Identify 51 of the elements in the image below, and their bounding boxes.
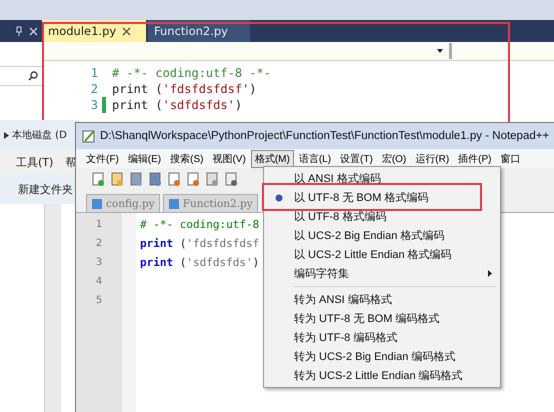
close-icon — [29, 26, 38, 36]
line-number: 2 — [90, 82, 98, 96]
menu-item[interactable]: 转为 UCS-2 Big Endian 编码格式 — [264, 347, 500, 366]
editor-tab[interactable]: Function2.py — [148, 20, 250, 42]
search-icon — [28, 71, 38, 81]
menu-item[interactable]: 视图(V) — [208, 150, 250, 168]
line-number: 5 — [94, 294, 104, 308]
file-icon — [168, 198, 180, 210]
menu-item[interactable]: 运行(R) — [411, 150, 454, 168]
window-title: D:\ShanqlWorkspace\PythonProject\FunctionTest\FunctionTest\module1.py - Notepad++ — [100, 130, 550, 142]
line-number: 4 — [94, 275, 104, 289]
code-line: print ('sdfdsfds') — [112, 98, 242, 112]
menu-item[interactable]: 宏(O) — [378, 150, 410, 168]
code-line: print ('fdsfdsfdsf — [140, 236, 260, 252]
search-field[interactable] — [0, 66, 42, 86]
close-icon — [122, 26, 132, 36]
line-number: 3 — [94, 256, 104, 270]
menu-item[interactable]: 以 UCS-2 Big Endian 格式编码 — [264, 226, 500, 245]
menu-item[interactable]: 格式(M) — [250, 150, 294, 168]
menu-item[interactable]: 以 ANSI 格式编码 — [264, 169, 500, 188]
menu-item[interactable]: 语言(L) — [294, 150, 336, 168]
submenu-arrow-icon — [488, 270, 492, 276]
menu-item[interactable]: 以 UTF-8 无 BOM 格式编码 — [264, 188, 500, 207]
menu-item[interactable]: 插件(P) — [454, 150, 496, 168]
notepad-icon — [82, 129, 96, 143]
menu-item[interactable]: 转为 ANSI 编码格式 — [264, 290, 500, 309]
menu-item[interactable]: 设置(T) — [336, 150, 377, 168]
chevron-icon — [4, 132, 9, 138]
menu-item[interactable]: 转为 UTF-8 无 BOM 编码格式 — [264, 309, 500, 328]
menu-item[interactable]: 搜索(S) — [166, 150, 208, 168]
code-line: print ('fdsfdsfdsf') — [112, 82, 257, 96]
menu-item[interactable]: 转为 UCS-2 Little Endian 编码格式 — [264, 366, 500, 385]
menu-item[interactable]: 以 UCS-2 Little Endian 格式编码 — [264, 245, 500, 264]
line-number: 1 — [90, 66, 98, 80]
menu-item[interactable]: 以 UTF-8 格式编码 — [264, 207, 500, 226]
file-icon — [91, 198, 103, 210]
pin-icon — [15, 26, 23, 36]
menu-item[interactable]: 编码字符集 — [264, 264, 500, 283]
scrollbar[interactable] — [44, 204, 61, 412]
code-line: # -*- coding:utf-8 -*- — [112, 66, 271, 80]
menu-item[interactable]: 窗口 — [496, 150, 525, 168]
menu-item[interactable]: 转为 UTF-8 编码格式 — [264, 328, 500, 347]
menu-item[interactable]: 工具(T) — [16, 154, 54, 170]
caret-icon — [437, 49, 443, 53]
menu-item[interactable]: 文件(F) — [82, 150, 123, 168]
line-number: 1 — [94, 218, 104, 232]
code-line: # -*- coding:utf-8 — [140, 217, 260, 233]
code-line: print ('sdfdsfds') — [140, 255, 260, 271]
line-number: 3 — [90, 98, 98, 112]
line-number: 2 — [94, 237, 104, 251]
menu-item[interactable]: 编辑(E) — [124, 150, 166, 168]
